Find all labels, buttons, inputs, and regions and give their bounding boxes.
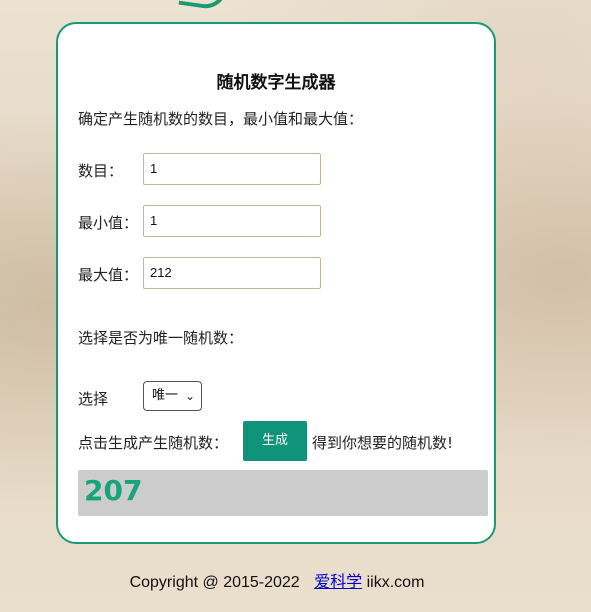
footer: Copyright @ 2015-2022 爱科学 iikx.com [0, 568, 554, 592]
generator-card: 随机数字生成器 确定产生随机数的数目，最小值和最大值： 数目： 1 最小值： 1… [56, 22, 496, 544]
generate-prompt: 点击生成产生随机数： [78, 434, 229, 452]
footer-domain: iikx.com [366, 574, 425, 591]
footer-link[interactable]: 爱科学 [314, 574, 362, 591]
header-decoration [178, 0, 228, 12]
select-label: 选择 [78, 390, 109, 408]
max-label: 最大值： [78, 266, 139, 284]
instruction-text: 确定产生随机数的数目，最小值和最大值： [78, 110, 364, 128]
min-input[interactable]: 1 [143, 205, 321, 237]
chevron-down-icon: ⌄ [184, 389, 195, 403]
page-title: 随机数字生成器 [216, 73, 336, 93]
footer-copyright: Copyright @ 2015-2022 [129, 574, 300, 591]
unique-select[interactable]: 唯一 ⌄ [143, 381, 202, 411]
max-input[interactable]: 212 [143, 257, 321, 289]
generate-after-text: 得到你想要的随机数! [312, 434, 454, 452]
count-label: 数目： [78, 162, 124, 180]
min-label: 最小值： [78, 214, 139, 232]
generate-button[interactable]: 生成 [243, 421, 307, 461]
select-value: 唯一 [152, 388, 179, 403]
count-input[interactable]: 1 [143, 153, 321, 185]
unique-prompt: 选择是否为唯一随机数： [78, 329, 244, 347]
result-box: 207 [78, 470, 488, 516]
result-value: 207 [84, 474, 143, 507]
